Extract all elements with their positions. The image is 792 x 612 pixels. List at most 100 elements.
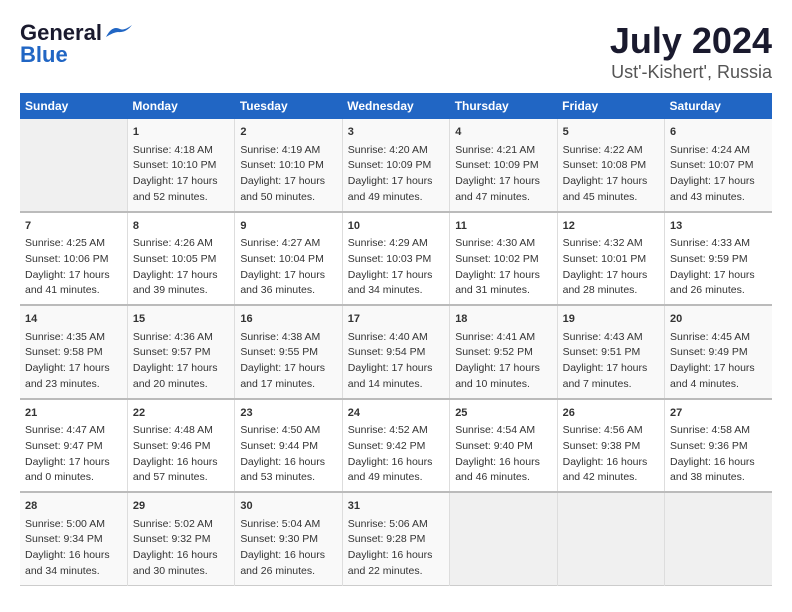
- calendar-cell: 19Sunrise: 4:43 AMSunset: 9:51 PMDayligh…: [557, 305, 664, 399]
- day-info: Daylight: 17 hours: [25, 268, 122, 284]
- calendar-cell: 20Sunrise: 4:45 AMSunset: 9:49 PMDayligh…: [665, 305, 772, 399]
- day-info: Sunset: 9:58 PM: [25, 345, 122, 361]
- day-info: Sunset: 9:28 PM: [348, 532, 444, 548]
- day-info: Sunrise: 4:20 AM: [348, 143, 444, 159]
- day-number: 29: [133, 498, 229, 515]
- day-info: Sunset: 9:36 PM: [670, 439, 767, 455]
- day-info: and 45 minutes.: [563, 190, 659, 206]
- calendar-cell: 27Sunrise: 4:58 AMSunset: 9:36 PMDayligh…: [665, 399, 772, 493]
- day-info: and 34 minutes.: [348, 283, 444, 299]
- calendar-cell: 10Sunrise: 4:29 AMSunset: 10:03 PMDaylig…: [342, 212, 449, 306]
- header-sunday: Sunday: [20, 93, 127, 119]
- day-info: Daylight: 17 hours: [133, 174, 229, 190]
- day-number: 18: [455, 311, 551, 328]
- day-info: Sunrise: 4:22 AM: [563, 143, 659, 159]
- day-info: Sunrise: 4:52 AM: [348, 423, 444, 439]
- day-info: Sunrise: 4:56 AM: [563, 423, 659, 439]
- day-info: and 7 minutes.: [563, 377, 659, 393]
- calendar-cell: [665, 492, 772, 585]
- day-info: Daylight: 17 hours: [563, 268, 659, 284]
- day-info: and 42 minutes.: [563, 470, 659, 486]
- calendar-cell: 12Sunrise: 4:32 AMSunset: 10:01 PMDaylig…: [557, 212, 664, 306]
- day-info: Sunrise: 5:04 AM: [240, 517, 336, 533]
- day-info: Daylight: 16 hours: [240, 455, 336, 471]
- day-number: 4: [455, 124, 551, 141]
- day-info: Daylight: 16 hours: [670, 455, 767, 471]
- calendar-week-row: 21Sunrise: 4:47 AMSunset: 9:47 PMDayligh…: [20, 399, 772, 493]
- day-number: 11: [455, 218, 551, 235]
- day-info: Daylight: 16 hours: [563, 455, 659, 471]
- day-info: Sunrise: 4:40 AM: [348, 330, 444, 346]
- day-info: Daylight: 17 hours: [133, 361, 229, 377]
- day-info: Sunset: 10:08 PM: [563, 158, 659, 174]
- day-info: Sunset: 9:49 PM: [670, 345, 767, 361]
- calendar-cell: 22Sunrise: 4:48 AMSunset: 9:46 PMDayligh…: [127, 399, 234, 493]
- title-block: July 2024 Ust'-Kishert', Russia: [610, 20, 772, 83]
- day-info: and 50 minutes.: [240, 190, 336, 206]
- calendar-cell: 4Sunrise: 4:21 AMSunset: 10:09 PMDayligh…: [450, 119, 557, 212]
- day-info: and 38 minutes.: [670, 470, 767, 486]
- day-info: Sunrise: 5:06 AM: [348, 517, 444, 533]
- day-info: and 49 minutes.: [348, 470, 444, 486]
- header-monday: Monday: [127, 93, 234, 119]
- day-number: 26: [563, 405, 659, 422]
- day-info: Sunrise: 4:30 AM: [455, 236, 551, 252]
- calendar-cell: 26Sunrise: 4:56 AMSunset: 9:38 PMDayligh…: [557, 399, 664, 493]
- day-info: Sunset: 10:10 PM: [133, 158, 229, 174]
- day-info: and 4 minutes.: [670, 377, 767, 393]
- calendar-week-row: 1Sunrise: 4:18 AMSunset: 10:10 PMDayligh…: [20, 119, 772, 212]
- day-info: and 23 minutes.: [25, 377, 122, 393]
- day-number: 15: [133, 311, 229, 328]
- day-info: and 41 minutes.: [25, 283, 122, 299]
- day-info: and 26 minutes.: [670, 283, 767, 299]
- day-number: 21: [25, 405, 122, 422]
- day-info: and 31 minutes.: [455, 283, 551, 299]
- day-info: Daylight: 17 hours: [455, 174, 551, 190]
- day-info: Sunset: 9:51 PM: [563, 345, 659, 361]
- calendar-cell: 21Sunrise: 4:47 AMSunset: 9:47 PMDayligh…: [20, 399, 127, 493]
- day-info: Daylight: 17 hours: [348, 174, 444, 190]
- day-info: Sunset: 10:02 PM: [455, 252, 551, 268]
- day-info: Daylight: 16 hours: [240, 548, 336, 564]
- calendar-cell: 28Sunrise: 5:00 AMSunset: 9:34 PMDayligh…: [20, 492, 127, 585]
- day-info: Sunrise: 4:50 AM: [240, 423, 336, 439]
- calendar-header-row: Sunday Monday Tuesday Wednesday Thursday…: [20, 93, 772, 119]
- day-info: Sunrise: 4:41 AM: [455, 330, 551, 346]
- day-info: Daylight: 17 hours: [25, 455, 122, 471]
- day-info: Sunrise: 4:47 AM: [25, 423, 122, 439]
- day-info: and 26 minutes.: [240, 564, 336, 580]
- day-info: Sunrise: 5:00 AM: [25, 517, 122, 533]
- day-info: and 10 minutes.: [455, 377, 551, 393]
- day-info: and 14 minutes.: [348, 377, 444, 393]
- calendar-cell: 11Sunrise: 4:30 AMSunset: 10:02 PMDaylig…: [450, 212, 557, 306]
- day-number: 24: [348, 405, 444, 422]
- calendar-cell: [450, 492, 557, 585]
- day-info: Daylight: 17 hours: [670, 268, 767, 284]
- day-info: Daylight: 17 hours: [133, 268, 229, 284]
- calendar-table: Sunday Monday Tuesday Wednesday Thursday…: [20, 93, 772, 586]
- day-info: Daylight: 17 hours: [455, 361, 551, 377]
- day-info: Sunset: 10:06 PM: [25, 252, 122, 268]
- day-info: Sunset: 10:09 PM: [348, 158, 444, 174]
- day-info: and 17 minutes.: [240, 377, 336, 393]
- day-info: Sunrise: 4:18 AM: [133, 143, 229, 159]
- calendar-cell: 18Sunrise: 4:41 AMSunset: 9:52 PMDayligh…: [450, 305, 557, 399]
- day-info: and 34 minutes.: [25, 564, 122, 580]
- day-info: Sunset: 9:38 PM: [563, 439, 659, 455]
- day-info: and 22 minutes.: [348, 564, 444, 580]
- day-info: Sunrise: 5:02 AM: [133, 517, 229, 533]
- calendar-week-row: 14Sunrise: 4:35 AMSunset: 9:58 PMDayligh…: [20, 305, 772, 399]
- day-number: 17: [348, 311, 444, 328]
- day-info: Sunrise: 4:48 AM: [133, 423, 229, 439]
- day-info: Daylight: 16 hours: [133, 548, 229, 564]
- day-number: 19: [563, 311, 659, 328]
- calendar-cell: 29Sunrise: 5:02 AMSunset: 9:32 PMDayligh…: [127, 492, 234, 585]
- day-info: Daylight: 16 hours: [25, 548, 122, 564]
- calendar-cell: 6Sunrise: 4:24 AMSunset: 10:07 PMDayligh…: [665, 119, 772, 212]
- day-info: Sunrise: 4:21 AM: [455, 143, 551, 159]
- day-number: 3: [348, 124, 444, 141]
- day-number: 5: [563, 124, 659, 141]
- day-info: Sunset: 9:54 PM: [348, 345, 444, 361]
- day-info: Sunset: 9:46 PM: [133, 439, 229, 455]
- day-number: 6: [670, 124, 767, 141]
